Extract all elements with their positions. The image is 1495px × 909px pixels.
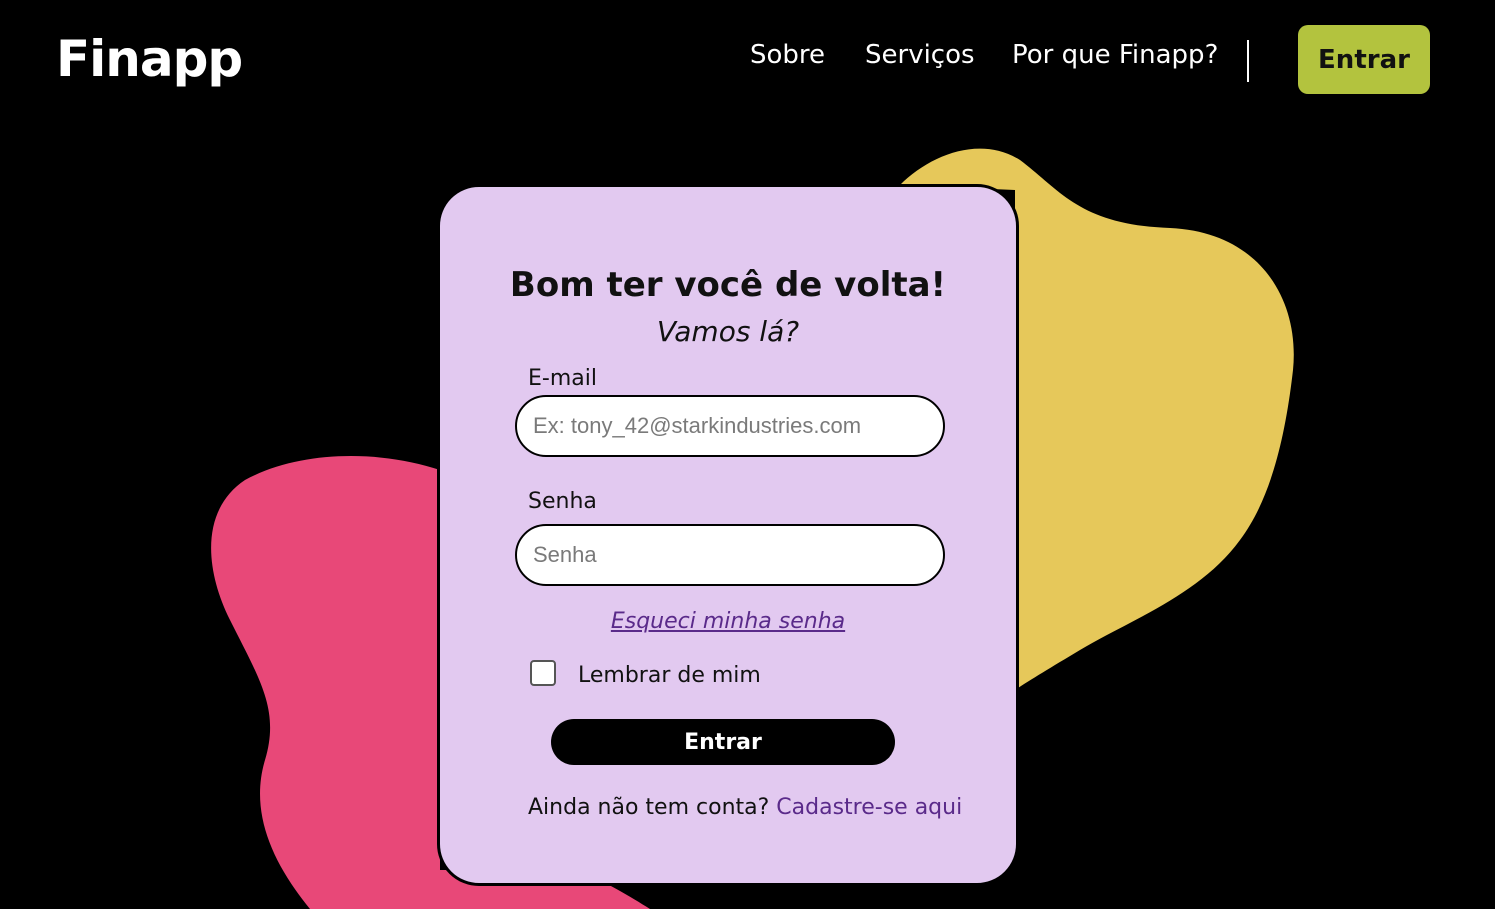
remember-me-label[interactable]: Lembrar de mim (578, 663, 761, 688)
login-subtitle: Vamos lá? (656, 315, 800, 348)
login-title: Bom ter você de volta! (509, 265, 947, 305)
nav-link-sobre[interactable]: Sobre (750, 40, 825, 70)
password-label: Senha (528, 489, 597, 514)
login-submit-button[interactable]: Entrar (551, 719, 895, 765)
signup-link[interactable]: Cadastre-se aqui (776, 795, 962, 820)
signup-prompt: Ainda não tem conta? (528, 795, 770, 820)
nav-link-por-que-finapp[interactable]: Por que Finapp? (1012, 40, 1218, 70)
login-page: Finapp Sobre Serviços Por que Finapp? En… (0, 0, 1495, 909)
remember-me-checkbox[interactable] (530, 660, 556, 686)
nav-link-servicos[interactable]: Serviços (865, 40, 975, 70)
password-field[interactable] (515, 524, 945, 586)
nav-divider (1247, 40, 1249, 82)
header-login-button[interactable]: Entrar (1298, 25, 1430, 94)
login-card: Bom ter você de volta! Vamos lá? E-mail … (437, 184, 1019, 886)
brand-logo[interactable]: Finapp (56, 30, 243, 88)
signup-line: Ainda não tem conta? Cadastre-se aqui (528, 795, 962, 820)
email-label: E-mail (528, 366, 597, 391)
forgot-password-link[interactable]: Esqueci minha senha (440, 609, 1016, 634)
email-field[interactable] (515, 395, 945, 457)
